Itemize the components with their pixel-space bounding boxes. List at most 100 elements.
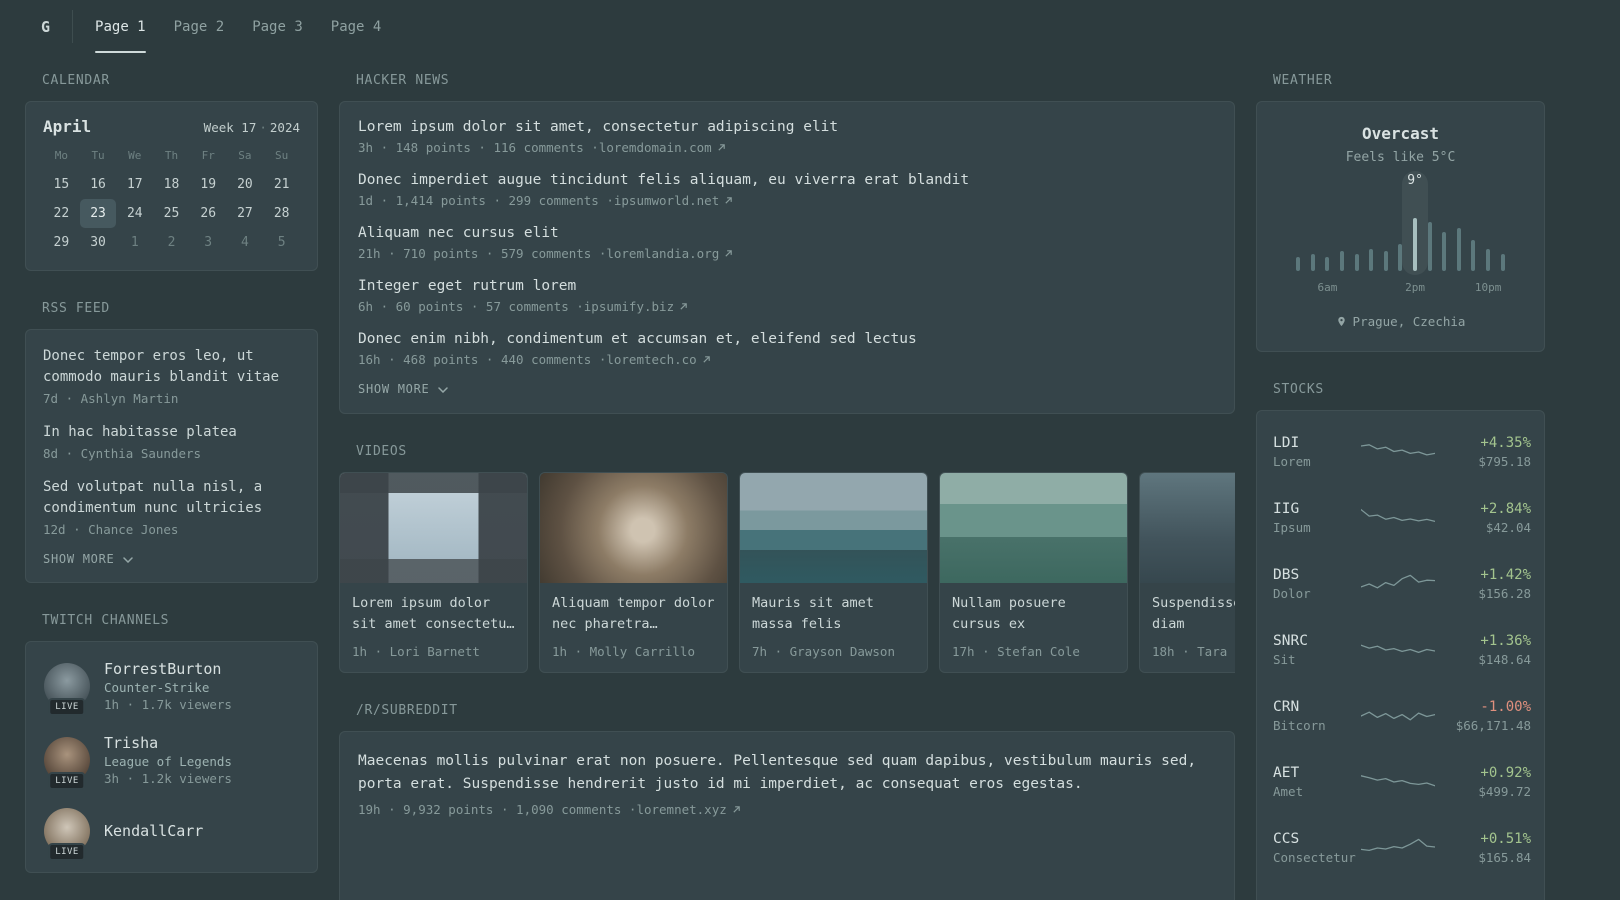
video-thumbnail bbox=[740, 473, 927, 583]
video-card[interactable]: Suspendisse diam 18h · Tara bbox=[1139, 472, 1235, 673]
hn-meta-text: 1d · 1,414 points · 299 comments · bbox=[358, 193, 614, 208]
weather-bars bbox=[1291, 201, 1510, 271]
video-info: Lorem ipsum dolor sit amet consectetu… 1… bbox=[340, 583, 527, 672]
calendar-day: 29 bbox=[53, 235, 70, 250]
calendar-section-title: CALENDAR bbox=[42, 73, 110, 88]
stock-price: $795.18 bbox=[1478, 454, 1531, 469]
video-card[interactable]: Nullam posuere cursus ex 17h · Stefan Co… bbox=[939, 472, 1128, 673]
twitch-channel[interactable]: LIVE KendallCarr bbox=[44, 808, 299, 861]
hn-domain-link[interactable]: loremlandia.org bbox=[606, 246, 719, 261]
video-card[interactable]: Lorem ipsum dolor sit amet consectetu… 1… bbox=[339, 472, 528, 673]
stock-sparkline bbox=[1361, 437, 1435, 467]
rss-item-title[interactable]: Sed volutpat nulla nisl, a condimentum n… bbox=[43, 477, 300, 519]
calendar-day: 28 bbox=[273, 206, 290, 221]
video-title[interactable]: Lorem ipsum dolor sit amet consectetu… bbox=[352, 593, 515, 635]
rss-item-title[interactable]: Donec tempor eros leo, ut commodo mauris… bbox=[43, 346, 300, 388]
tab-page-2[interactable]: Page 2 bbox=[160, 0, 239, 53]
weather-feels-like: Feels like 5°C bbox=[1345, 150, 1456, 165]
hn-domain-link[interactable]: ipsumworld.net bbox=[614, 193, 719, 208]
calendar-day: 20 bbox=[237, 177, 253, 192]
video-meta: 18h · Tara bbox=[1152, 644, 1228, 659]
video-thumbnail bbox=[940, 473, 1127, 583]
channel-category[interactable]: Counter-Strike bbox=[104, 680, 232, 695]
stocks-card: LDI Lorem +4.35% $795.18 IIG Ipsum +2.84… bbox=[1256, 410, 1545, 900]
rss-item-title[interactable]: In hac habitasse platea bbox=[43, 422, 300, 443]
stock-row[interactable]: DBS Dolor +1.42% $156.28 bbox=[1273, 551, 1531, 617]
video-title[interactable]: Suspendisse diam bbox=[1152, 593, 1235, 635]
stock-row[interactable]: CRN Bitcorn -1.00% $66,171.48 bbox=[1273, 683, 1531, 749]
external-link-icon bbox=[717, 143, 726, 152]
calendar-day: 21 bbox=[273, 177, 290, 192]
day-header: Mo bbox=[54, 149, 68, 162]
stock-values: +0.92% $499.72 bbox=[1435, 765, 1531, 799]
weather-hour-bar bbox=[1408, 201, 1423, 271]
hn-domain-link[interactable]: loremtech.co bbox=[606, 352, 696, 367]
calendar-day: 2 bbox=[167, 235, 176, 250]
stock-identity: DBS Dolor bbox=[1273, 567, 1361, 601]
stock-identity: AET Amet bbox=[1273, 765, 1361, 799]
calendar-day-selected: 23 bbox=[79, 199, 117, 228]
video-title[interactable]: Mauris sit amet massa felis bbox=[752, 593, 915, 635]
twitch-channel[interactable]: LIVE ForrestBurton Counter-Strike 1h · 1… bbox=[44, 660, 299, 716]
tab-page-3[interactable]: Page 3 bbox=[238, 0, 317, 53]
hn-item-title[interactable]: Lorem ipsum dolor sit amet, consectetur … bbox=[358, 119, 1216, 135]
hn-item-title[interactable]: Donec enim nibh, condimentum et accumsan… bbox=[358, 331, 1216, 347]
stock-row[interactable]: CCS Consectetur +0.51% $165.84 bbox=[1273, 815, 1531, 881]
weather-hour-bar bbox=[1379, 201, 1394, 271]
video-title[interactable]: Aliquam tempor dolor nec pharetra… bbox=[552, 593, 715, 635]
calendar-card: April Week 17 · 2024 Mo Tu We Th Fr Sa Su … bbox=[25, 101, 318, 271]
stock-row[interactable]: LDI Lorem +4.35% $795.18 bbox=[1273, 419, 1531, 485]
twitch-channel[interactable]: LIVE Trisha League of Legends 3h · 1.2k … bbox=[44, 734, 299, 790]
hn-item-title[interactable]: Aliquam nec cursus elit bbox=[358, 225, 1216, 241]
chevron-down-icon bbox=[437, 386, 448, 393]
videos-carousel[interactable]: Lorem ipsum dolor sit amet consectetu… 1… bbox=[339, 472, 1235, 673]
video-card[interactable]: Mauris sit amet massa felis 7h · Grayson… bbox=[739, 472, 928, 673]
day-header: Tu bbox=[91, 149, 105, 162]
video-meta: 1h · Molly Carrillo bbox=[552, 644, 695, 659]
weather-hour-bar bbox=[1291, 201, 1306, 271]
subreddit-section-title: /R/SUBREDDIT bbox=[356, 703, 458, 718]
hacker-news-card: Lorem ipsum dolor sit amet, consectetur … bbox=[339, 101, 1235, 414]
hn-domain-link[interactable]: loremdomain.com bbox=[599, 140, 712, 155]
subreddit-domain-link[interactable]: loremnet.xyz bbox=[636, 802, 726, 817]
channel-category[interactable]: League of Legends bbox=[104, 754, 232, 769]
channel-name[interactable]: Trisha bbox=[104, 734, 232, 752]
weather-card: Overcast Feels like 5°C 9° 6am 2pm 10pm bbox=[1256, 101, 1545, 352]
stock-row[interactable]: IIG Ipsum +2.84% $42.04 bbox=[1273, 485, 1531, 551]
subreddit-post-title[interactable]: Maecenas mollis pulvinar erat non posuer… bbox=[358, 750, 1216, 796]
tab-page-4[interactable]: Page 4 bbox=[317, 0, 396, 53]
calendar-week-year: Week 17 · 2024 bbox=[204, 120, 300, 135]
twitch-channels-card: LIVE ForrestBurton Counter-Strike 1h · 1… bbox=[25, 641, 318, 873]
stock-row[interactable]: AHS +0.46% bbox=[1273, 881, 1528, 900]
stock-name: Bitcorn bbox=[1273, 718, 1326, 733]
hn-domain-link[interactable]: ipsumify.biz bbox=[584, 299, 674, 314]
external-link-icon bbox=[724, 196, 733, 205]
stock-row[interactable]: AET Amet +0.92% $499.72 bbox=[1273, 749, 1531, 815]
app-logo[interactable]: G bbox=[25, 10, 74, 43]
middle-column: HACKER NEWS Lorem ipsum dolor sit amet, … bbox=[339, 73, 1235, 900]
tab-page-1[interactable]: Page 1 bbox=[81, 0, 160, 53]
hn-item-title[interactable]: Donec imperdiet augue tincidunt felis al… bbox=[358, 172, 1216, 188]
live-badge: LIVE bbox=[48, 772, 86, 790]
video-card[interactable]: Aliquam tempor dolor nec pharetra… 1h · … bbox=[539, 472, 728, 673]
video-thumbnail bbox=[1140, 473, 1235, 583]
video-title[interactable]: Nullam posuere cursus ex bbox=[952, 593, 1115, 635]
day-header: Th bbox=[164, 149, 179, 162]
stock-price: $156.28 bbox=[1478, 586, 1531, 601]
channel-info: Trisha League of Legends 3h · 1.2k viewe… bbox=[104, 734, 232, 786]
calendar-day: 3 bbox=[204, 235, 213, 250]
stock-ticker: IIG bbox=[1273, 501, 1300, 517]
stock-ticker: SNRC bbox=[1273, 633, 1308, 649]
hn-item: Lorem ipsum dolor sit amet, consectetur … bbox=[358, 119, 1216, 155]
weather-hour-bar bbox=[1306, 201, 1321, 271]
hn-show-more-button[interactable]: SHOW MORE bbox=[358, 382, 1216, 396]
stock-values: +0.51% $165.84 bbox=[1435, 831, 1531, 865]
stock-row[interactable]: SNRC Sit +1.36% $148.64 bbox=[1273, 617, 1531, 683]
channel-name[interactable]: KendallCarr bbox=[104, 822, 203, 840]
rss-show-more-button[interactable]: SHOW MORE bbox=[43, 552, 300, 566]
weather-time-label: 2pm bbox=[1405, 281, 1426, 294]
external-link-icon bbox=[702, 355, 711, 364]
channel-name[interactable]: ForrestBurton bbox=[104, 660, 232, 678]
twitch-channels-widget: TWITCH CHANNELS LIVE ForrestBurton Count… bbox=[25, 613, 318, 873]
hn-item-title[interactable]: Integer eget rutrum lorem bbox=[358, 278, 1216, 294]
